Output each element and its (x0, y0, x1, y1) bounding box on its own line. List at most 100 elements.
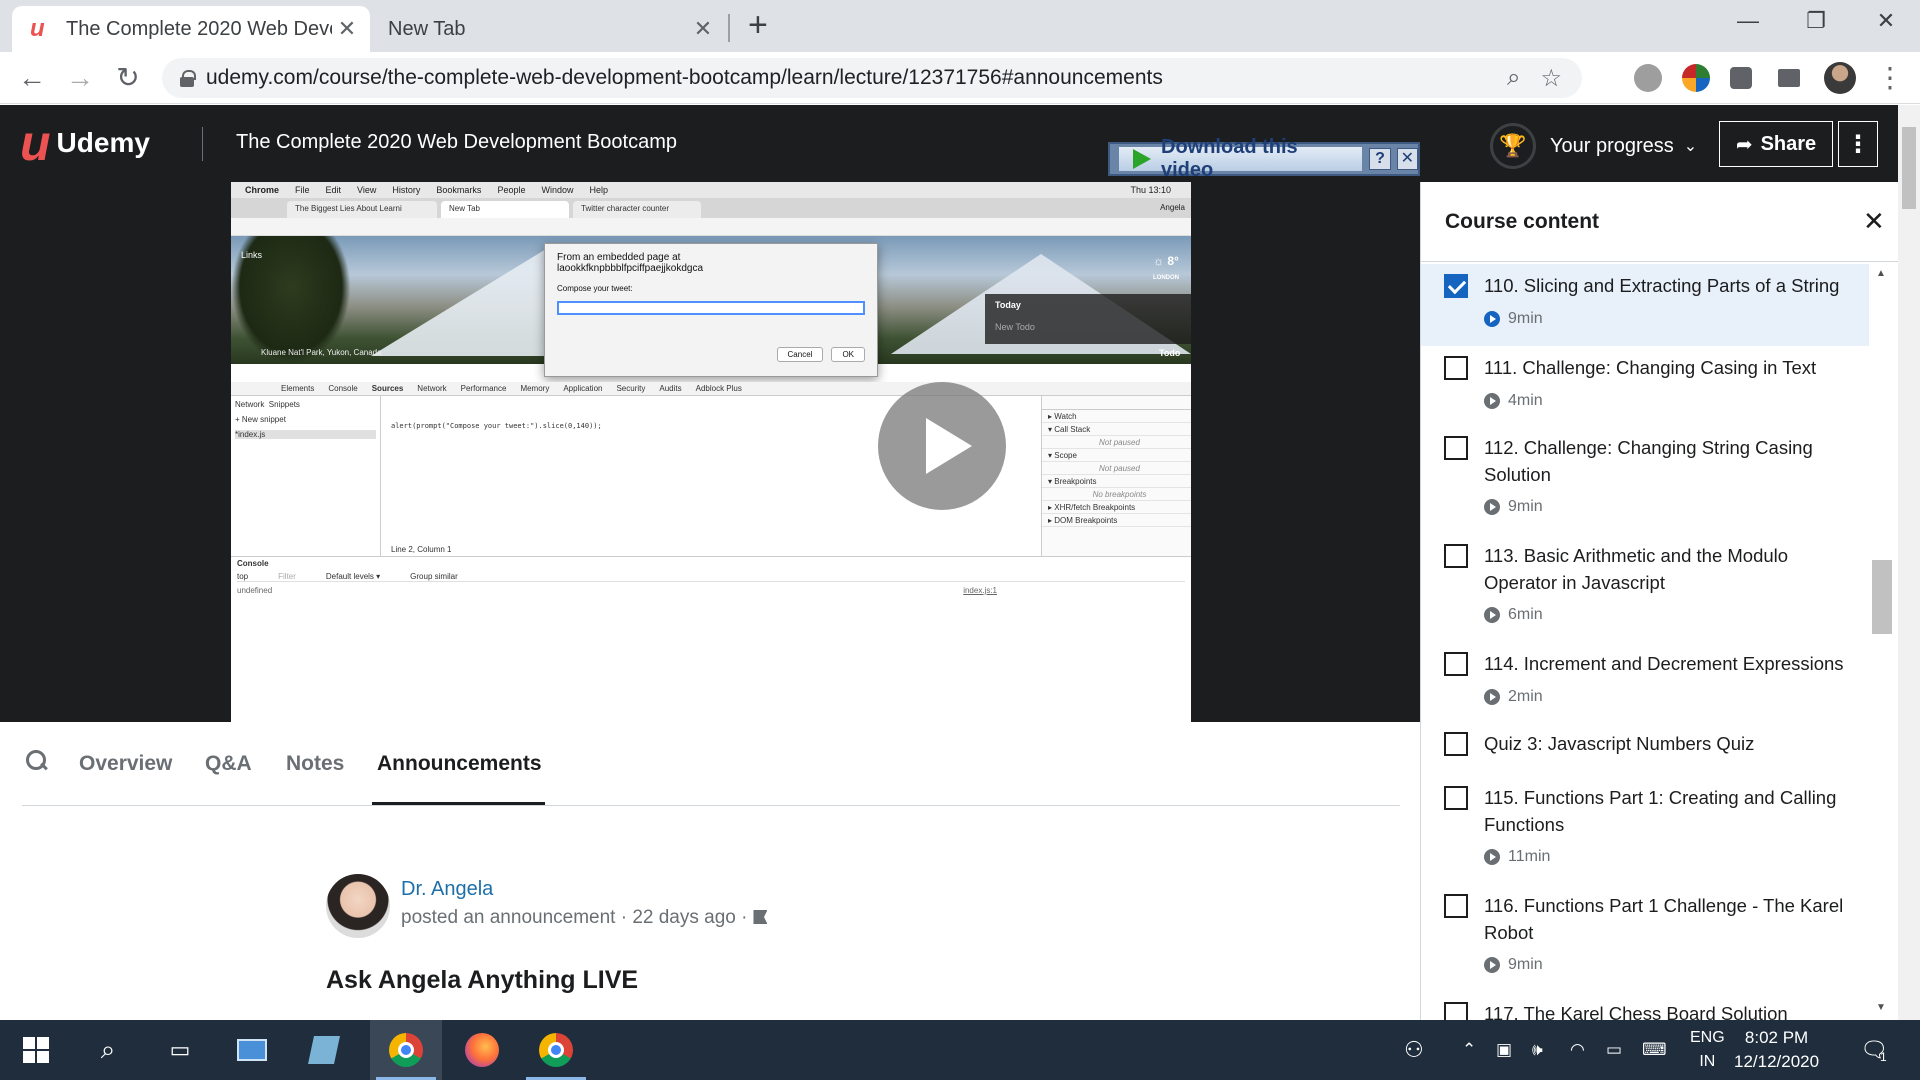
window-close-icon[interactable]: ✕ (1866, 8, 1906, 34)
minimize-icon[interactable]: — (1728, 8, 1768, 34)
tab-udemy[interactable]: u The Complete 2020 Web Develop ✕ (12, 6, 370, 52)
video-frame[interactable]: Chrome File Edit View History Bookmarks … (231, 182, 1191, 722)
lecture-item[interactable]: 117. The Karel Chess Board Solution (1421, 992, 1869, 1020)
desktop-app-icon[interactable] (216, 1020, 288, 1080)
course-title[interactable]: The Complete 2020 Web Development Bootca… (236, 131, 677, 154)
close-sidebar-icon[interactable]: ✕ (1863, 206, 1885, 237)
bookmark-star-icon[interactable]: ☆ (1540, 64, 1562, 93)
forward-arrow-icon[interactable]: → (62, 62, 98, 94)
udemy-logo[interactable]: u Udemy (20, 118, 150, 168)
reload-icon[interactable]: ↻ (110, 62, 146, 94)
back-arrow-icon[interactable]: ← (14, 62, 50, 94)
lecture-duration: 6min (1484, 606, 1543, 624)
lecture-checkbox[interactable] (1444, 356, 1468, 380)
language-indicator[interactable]: ENG IN (1690, 1026, 1725, 1074)
notifications-icon[interactable]: 🗨 1 (1860, 1020, 1888, 1080)
lecture-checkbox[interactable] (1444, 894, 1468, 918)
avatar[interactable] (326, 874, 390, 938)
task-view-icon[interactable]: ▭ (144, 1020, 216, 1080)
extensions-puzzle-icon[interactable] (1730, 67, 1752, 89)
tab-notes[interactable]: Notes (286, 752, 344, 776)
search-icon[interactable]: ⌕ (72, 1020, 144, 1080)
lecture-checkbox[interactable] (1444, 274, 1468, 298)
security-tray-icon[interactable]: ▣ (1496, 1020, 1512, 1080)
more-options-button[interactable]: ⋮ (1838, 121, 1878, 167)
today-label: Today (995, 300, 1021, 310)
zoom-icon[interactable]: ⌕ (1507, 64, 1520, 92)
devtools-tab: Memory (520, 384, 550, 393)
close-tab-icon[interactable]: ✕ (332, 16, 362, 42)
new-tab-button[interactable]: + (748, 8, 768, 42)
notepad-app-icon[interactable] (288, 1020, 360, 1080)
console-output: undefined (237, 586, 273, 595)
share-button[interactable]: ➦ Share (1719, 121, 1833, 167)
extension-globe-icon[interactable] (1682, 64, 1710, 92)
lecture-checkbox[interactable] (1444, 652, 1468, 676)
start-button[interactable] (0, 1020, 72, 1080)
lecture-duration: 2min (1484, 688, 1543, 706)
lecture-checkbox[interactable] (1444, 436, 1468, 460)
profile-avatar[interactable] (1824, 62, 1856, 94)
play-button[interactable] (878, 382, 1006, 510)
devtools-tab: Network (417, 384, 447, 393)
debug-pane-item: No breakpoints (1042, 488, 1191, 501)
tab-overview[interactable]: Overview (79, 752, 172, 776)
play-circle-icon (1484, 849, 1500, 865)
volume-icon[interactable]: 🕪 (1532, 1020, 1543, 1080)
tab-divider (728, 14, 730, 42)
quiz-checkbox[interactable] (1444, 732, 1468, 756)
keyboard-icon[interactable]: ⌨ (1642, 1020, 1667, 1080)
flag-icon[interactable] (753, 910, 768, 924)
tray-chevron-up-icon[interactable]: ⌃ (1462, 1020, 1476, 1080)
tab-announcements[interactable]: Announcements (377, 752, 542, 776)
sidebar-scrollbar-thumb[interactable] (1872, 560, 1892, 634)
tab-qa[interactable]: Q&A (205, 752, 252, 776)
lecture-item[interactable]: 114. Increment and Decrement Expressions… (1421, 642, 1869, 722)
quiz-item[interactable]: Quiz 3: Javascript Numbers Quiz (1421, 722, 1869, 776)
lecture-checkbox[interactable] (1444, 1002, 1468, 1020)
lecture-checkbox[interactable] (1444, 786, 1468, 810)
prompt-dialog: From an embedded page at laookkfknpbbblf… (544, 243, 878, 377)
download-help-button[interactable]: ? (1369, 148, 1391, 170)
download-video-button[interactable]: Download this video (1118, 136, 1364, 181)
page-scrollbar-thumb[interactable] (1902, 127, 1916, 209)
debug-pane-item: Not paused (1042, 462, 1191, 475)
lecture-item[interactable]: 113. Basic Arithmetic and the Modulo Ope… (1421, 534, 1869, 642)
lecture-item[interactable]: 111. Challenge: Changing Casing in Text … (1421, 346, 1869, 426)
chrome-taskbar-icon-2[interactable] (520, 1020, 592, 1080)
search-icon[interactable] (26, 750, 48, 772)
people-icon[interactable]: ⚇ (1404, 1020, 1424, 1080)
media-control-icon[interactable] (1778, 69, 1800, 87)
progress-dropdown[interactable]: 🏆 Your progress ⌄ (1490, 123, 1697, 169)
mac-menu-item: History (392, 185, 421, 195)
download-label: Download this video (1161, 136, 1298, 181)
chrome-menu-icon[interactable]: ⋮ (1872, 62, 1908, 94)
devtools-tab: Security (616, 384, 646, 393)
address-bar[interactable]: udemy.com/course/the-complete-web-develo… (162, 58, 1582, 98)
restore-icon[interactable]: ❐ (1796, 8, 1836, 34)
lecture-item[interactable]: 115. Functions Part 1: Creating and Call… (1421, 776, 1869, 884)
close-tab-icon[interactable]: ✕ (688, 16, 718, 42)
firefox-taskbar-icon[interactable] (446, 1020, 518, 1080)
extension-bug-icon[interactable] (1634, 64, 1662, 92)
lecture-item[interactable]: 110. Slicing and Extracting Parts of a S… (1421, 264, 1869, 346)
lecture-item[interactable]: 112. Challenge: Changing String Casing S… (1421, 426, 1869, 534)
duration-text: 9min (1508, 956, 1543, 973)
active-tab-underline (372, 802, 545, 805)
battery-icon[interactable]: ▭ (1606, 1020, 1622, 1080)
tab-new-tab[interactable]: New Tab ✕ (372, 6, 726, 52)
lecture-item[interactable]: 116. Functions Part 1 Challenge - The Ka… (1421, 884, 1869, 992)
chrome-taskbar-icon[interactable] (370, 1020, 442, 1080)
scroll-down-arrow-icon[interactable]: ▼ (1876, 1002, 1886, 1013)
lecture-checkbox[interactable] (1444, 544, 1468, 568)
page-scrollbar[interactable] (1898, 105, 1920, 1020)
firefox-logo-icon (465, 1033, 499, 1067)
browser-tab-strip: u The Complete 2020 Web Develop ✕ New Ta… (0, 0, 1920, 52)
scroll-up-arrow-icon[interactable]: ▲ (1876, 268, 1886, 279)
download-close-button[interactable]: ✕ (1396, 148, 1418, 170)
video-player[interactable]: Chrome File Edit View History Bookmarks … (0, 182, 1420, 722)
taskbar-clock[interactable]: 8:02 PM 12/12/2020 (1734, 1026, 1819, 1074)
author-link[interactable]: Dr. Angela (401, 878, 493, 901)
wifi-icon[interactable]: ◠ (1570, 1020, 1585, 1080)
play-circle-icon (1484, 499, 1500, 515)
